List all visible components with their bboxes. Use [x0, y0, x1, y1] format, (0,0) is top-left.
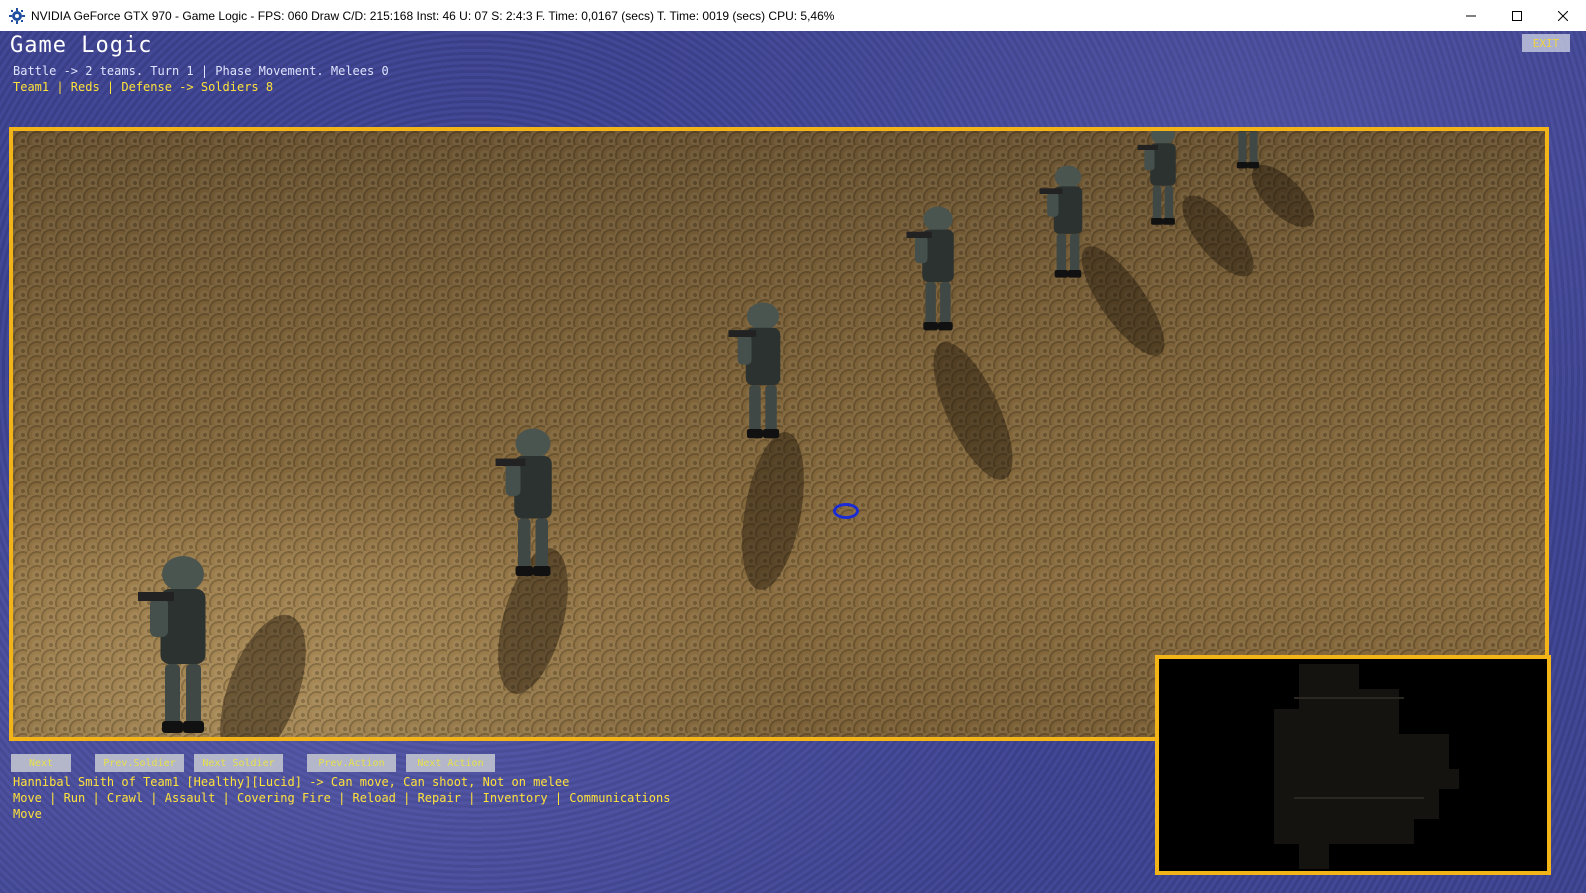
soldier-status: Hannibal Smith of Team1 [Healthy][Lucid]…: [13, 775, 570, 789]
soldier-7: [1224, 131, 1260, 169]
battle-status: Battle -> 2 teams. Turn 1 | Phase Moveme…: [13, 64, 389, 78]
minimap[interactable]: [1155, 655, 1551, 875]
soldiers-layer: [138, 131, 1315, 737]
soldier-3: [728, 302, 781, 439]
soldier-1: [138, 556, 206, 733]
selected-action: Move: [13, 807, 42, 821]
action-list[interactable]: Move | Run | Crawl | Assault | Covering …: [13, 791, 670, 805]
game-viewport[interactable]: [9, 127, 1549, 741]
close-icon: [1558, 10, 1568, 21]
team-status: Team1 | Reds | Defense -> Soldiers 8: [13, 80, 274, 94]
prev-soldier-button[interactable]: Prev.Soldier: [95, 754, 184, 772]
window-titlebar: NVIDIA GeForce GTX 970 - Game Logic - FP…: [0, 0, 1586, 32]
minimap-terrain: [1274, 664, 1459, 869]
soldier-6: [1137, 131, 1176, 225]
window-title: NVIDIA GeForce GTX 970 - Game Logic - FP…: [31, 8, 835, 23]
soldier-5: [1039, 165, 1083, 278]
game-title: Game Logic: [10, 33, 153, 58]
target-marker[interactable]: [833, 503, 859, 519]
next-button[interactable]: Next: [11, 754, 71, 772]
maximize-icon: [1512, 10, 1522, 21]
exit-button[interactable]: EXIT: [1522, 34, 1570, 52]
soldier-4: [906, 206, 954, 331]
next-soldier-button[interactable]: Next Soldier: [194, 754, 283, 772]
prev-action-button[interactable]: Prev.Action: [307, 754, 396, 772]
next-action-button[interactable]: Next Action: [406, 754, 495, 772]
gear-icon: [9, 7, 25, 24]
minimize-button[interactable]: [1448, 0, 1494, 31]
soldier-2: [495, 428, 552, 576]
close-button[interactable]: [1540, 0, 1586, 31]
minimize-icon: [1466, 15, 1476, 16]
maximize-button[interactable]: [1494, 0, 1540, 31]
